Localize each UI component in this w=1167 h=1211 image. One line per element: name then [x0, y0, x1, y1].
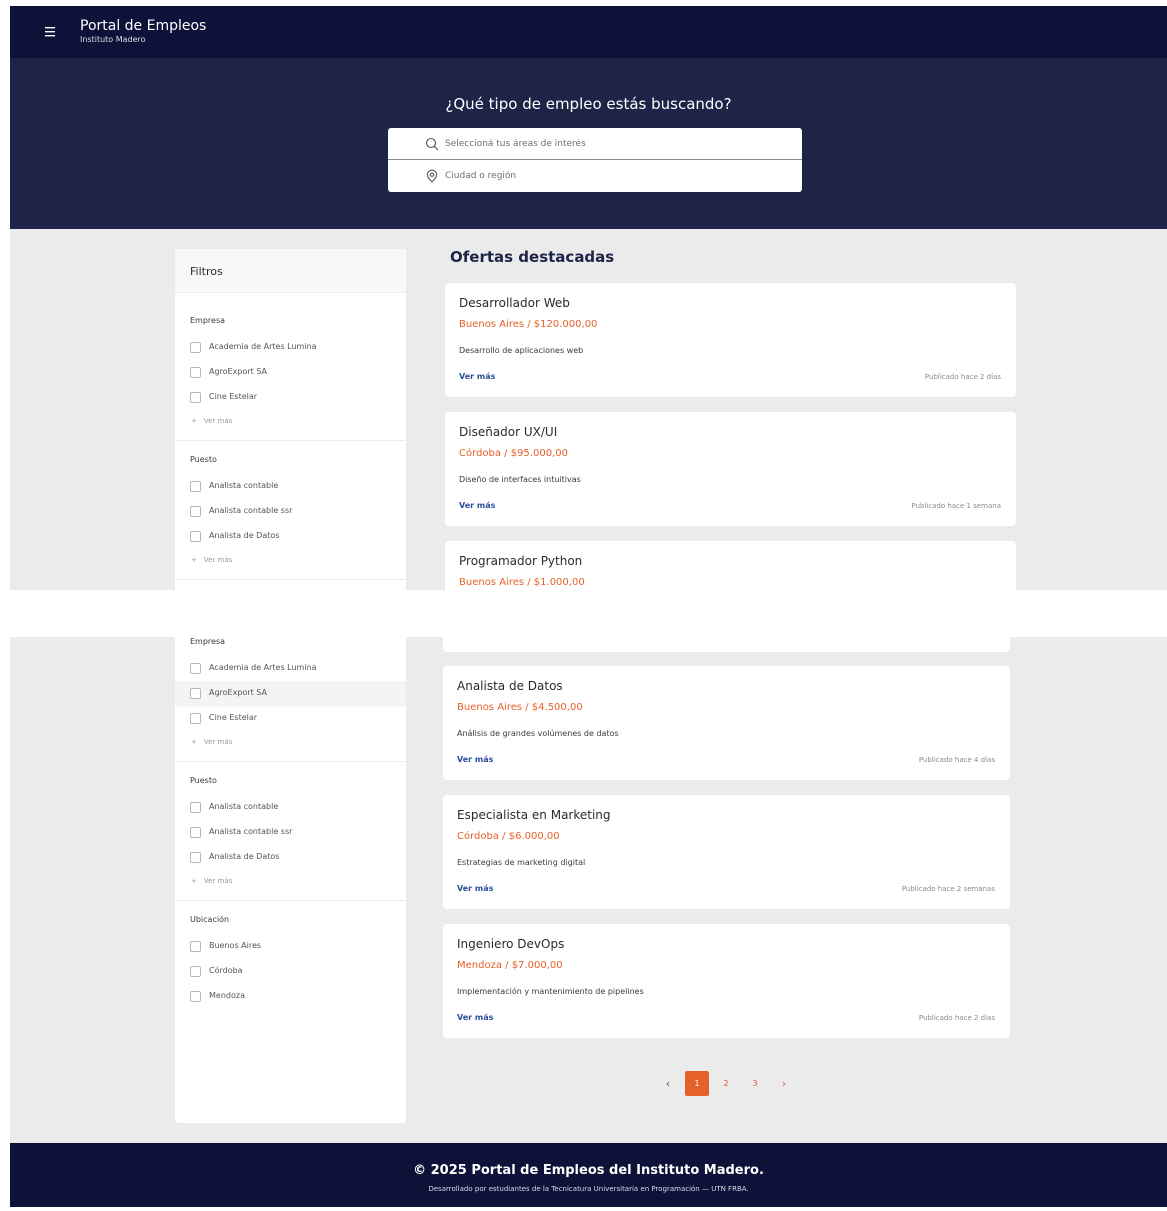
filter-section-empresa: Empresa: [190, 637, 226, 646]
job-location-salary: Buenos Aires / $1.000,00: [459, 577, 585, 588]
divider: [175, 440, 406, 441]
divider: [175, 900, 406, 901]
checkbox[interactable]: [190, 392, 201, 403]
job-description: Desarrollo de aplicaciones web: [459, 346, 584, 355]
job-card[interactable]: Diseñador UX/UI Córdoba / $95.000,00 Dis…: [445, 412, 1016, 526]
hamburger-menu-icon[interactable]: [42, 21, 64, 43]
checkbox[interactable]: [190, 827, 201, 838]
search-icon: [425, 137, 439, 151]
job-location-salary: Buenos Aires / $120.000,00: [459, 319, 598, 330]
filters-title: Filtros: [190, 265, 223, 278]
checkbox[interactable]: [190, 802, 201, 813]
job-card[interactable]: Programador Python Buenos Aires / $1.000…: [445, 541, 1016, 590]
area-search-input[interactable]: [445, 135, 775, 153]
job-card[interactable]: [443, 637, 1010, 652]
checkbox[interactable]: [190, 367, 201, 378]
plus-icon: +: [191, 417, 197, 425]
top-navbar: Portal de Empleos Instituto Madero: [10, 6, 1167, 58]
location-search-row: [388, 160, 802, 192]
footer: © 2025 Portal de Empleos del Instituto M…: [10, 1143, 1167, 1207]
next-page-button[interactable]: ›: [772, 1071, 796, 1096]
checkbox[interactable]: [190, 531, 201, 542]
job-card[interactable]: Ingeniero DevOps Mendoza / $7.000,00 Imp…: [443, 924, 1010, 1038]
search-hero: ¿Qué tipo de empleo estás buscando?: [10, 58, 1167, 229]
filter-section-ubicacion: Ubicación: [190, 915, 230, 924]
see-more-link[interactable]: Ver más: [459, 501, 495, 510]
posted-date: Publicado hace 2 días: [924, 373, 1001, 381]
job-description: Diseño de interfaces intuitivas: [459, 475, 581, 484]
checkbox[interactable]: [190, 506, 201, 517]
page-3-button[interactable]: 3: [743, 1071, 767, 1096]
screenshot-top: Portal de Empleos Instituto Madero ¿Qué …: [10, 6, 1167, 590]
checkbox[interactable]: [190, 688, 201, 699]
search-box: [388, 128, 802, 192]
empresa-see-more[interactable]: + Ver más: [191, 738, 232, 746]
filters-header: Filtros: [175, 249, 406, 293]
puesto-see-more[interactable]: + Ver más: [191, 877, 232, 885]
divider: [175, 761, 406, 762]
filter-section-puesto: Puesto: [190, 776, 217, 785]
checkbox[interactable]: [190, 966, 201, 977]
area-search-row: [388, 128, 802, 160]
prev-page-button[interactable]: ‹: [656, 1071, 680, 1096]
filter-section-empresa: Empresa: [190, 316, 226, 325]
job-description: Implementación y mantenimiento de pipeli…: [457, 987, 644, 996]
job-location-salary: Mendoza / $7.000,00: [457, 960, 563, 971]
job-card[interactable]: Especialista en Marketing Córdoba / $6.0…: [443, 795, 1010, 909]
job-title[interactable]: Especialista en Marketing: [457, 808, 611, 822]
job-title[interactable]: Ingeniero DevOps: [457, 937, 564, 951]
posted-date: Publicado hace 2 días: [918, 1014, 995, 1022]
page-2-button[interactable]: 2: [714, 1071, 738, 1096]
plus-icon: +: [191, 877, 197, 885]
plus-icon: +: [191, 556, 197, 564]
brand-title[interactable]: Portal de Empleos: [80, 18, 206, 34]
empresa-see-more[interactable]: + Ver más: [191, 417, 232, 425]
see-more-link[interactable]: Ver más: [459, 372, 495, 381]
filters-panel: Filtros Empresa Academia de Artes Lumina…: [175, 249, 406, 590]
checkbox[interactable]: [190, 481, 201, 492]
screenshot-bottom: Empresa Academia de Artes Lumina AgroExp…: [10, 637, 1167, 1207]
filter-section-puesto: Puesto: [190, 455, 217, 464]
checkbox[interactable]: [190, 852, 201, 863]
job-location-salary: Córdoba / $95.000,00: [459, 448, 568, 459]
job-title[interactable]: Analista de Datos: [457, 679, 563, 693]
brand-subtitle: Instituto Madero: [80, 35, 146, 44]
hero-question: ¿Qué tipo de empleo estás buscando?: [445, 95, 732, 113]
job-location-salary: Buenos Aires / $4.500,00: [457, 702, 583, 713]
job-card[interactable]: Desarrollador Web Buenos Aires / $120.00…: [445, 283, 1016, 397]
footer-copyright: © 2025 Portal de Empleos del Instituto M…: [413, 1163, 764, 1178]
pagination: ‹ 1 2 3 ›: [656, 1071, 796, 1096]
checkbox[interactable]: [190, 342, 201, 353]
featured-jobs-title: Ofertas destacadas: [450, 248, 615, 266]
job-title[interactable]: Diseñador UX/UI: [459, 425, 557, 439]
checkbox[interactable]: [190, 713, 201, 724]
job-title[interactable]: Programador Python: [459, 554, 582, 568]
job-description: Estrategias de marketing digital: [457, 858, 586, 867]
location-input[interactable]: [445, 167, 775, 185]
see-more-link[interactable]: Ver más: [457, 1013, 493, 1022]
footer-credits: Desarrollado por estudiantes de la Tecni…: [428, 1185, 749, 1193]
posted-date: Publicado hace 1 semana: [911, 502, 1001, 510]
job-location-salary: Córdoba / $6.000,00: [457, 831, 560, 842]
page-1-button[interactable]: 1: [685, 1071, 709, 1096]
checkbox[interactable]: [190, 663, 201, 674]
location-pin-icon: [426, 169, 438, 183]
job-title[interactable]: Desarrollador Web: [459, 296, 570, 310]
puesto-see-more[interactable]: + Ver más: [191, 556, 232, 564]
job-description: Análisis de grandes volúmenes de datos: [457, 729, 619, 738]
plus-icon: +: [191, 738, 197, 746]
see-more-link[interactable]: Ver más: [457, 884, 493, 893]
filters-panel: Empresa Academia de Artes Lumina AgroExp…: [175, 637, 406, 1123]
see-more-link[interactable]: Ver más: [457, 755, 493, 764]
posted-date: Publicado hace 4 días: [918, 756, 995, 764]
posted-date: Publicado hace 2 semanas: [901, 885, 995, 893]
checkbox[interactable]: [190, 991, 201, 1002]
divider: [175, 579, 406, 580]
job-card[interactable]: Analista de Datos Buenos Aires / $4.500,…: [443, 666, 1010, 780]
checkbox[interactable]: [190, 941, 201, 952]
